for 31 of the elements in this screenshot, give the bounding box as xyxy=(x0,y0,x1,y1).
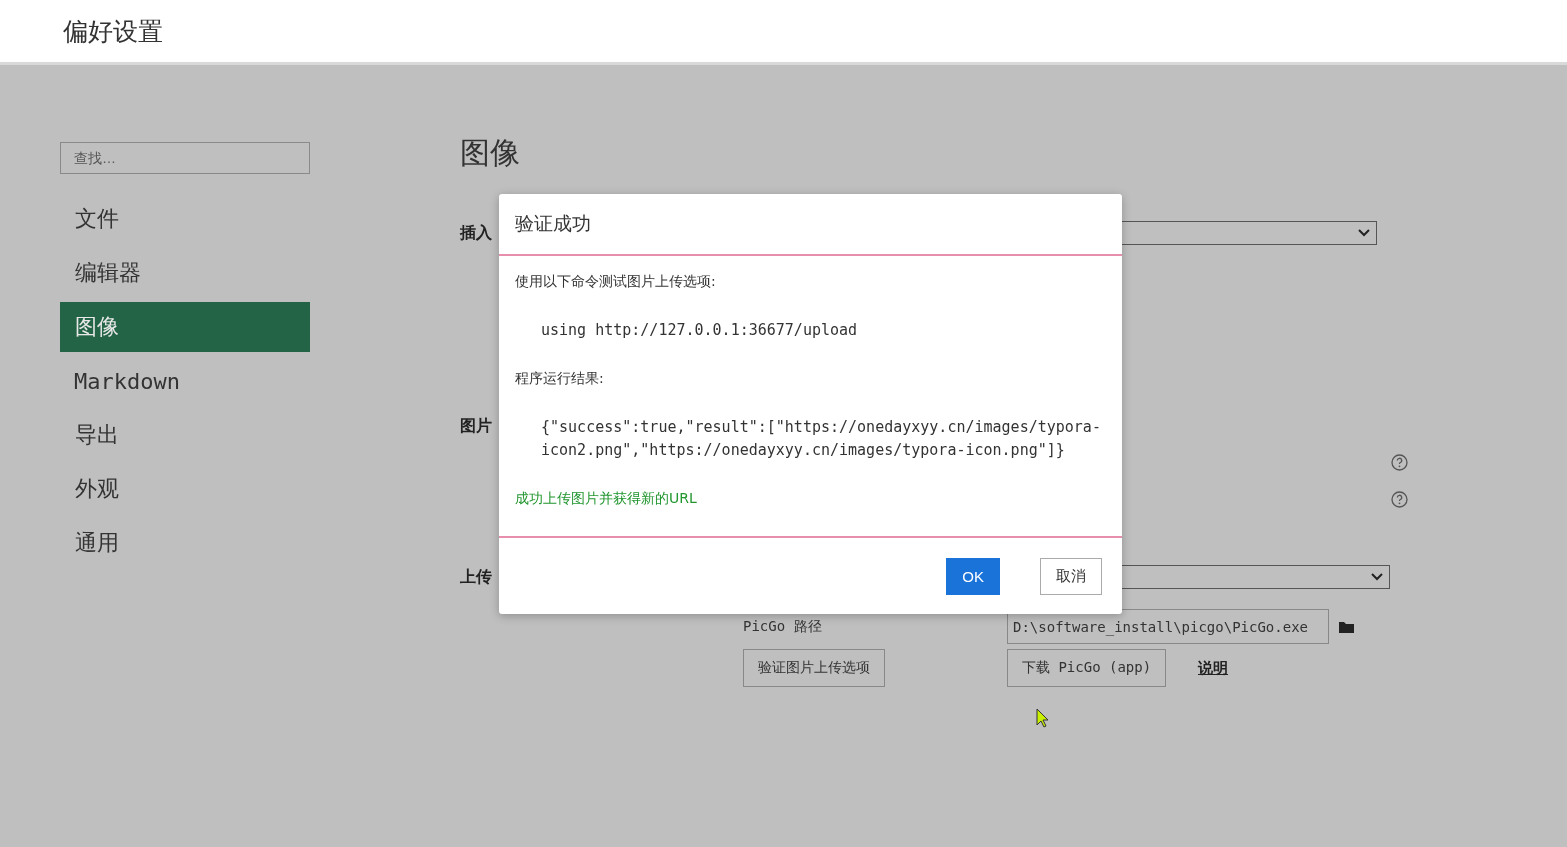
ok-button[interactable]: OK xyxy=(946,557,1000,595)
code-text: using http://127.0.0.1:36677/upload xyxy=(540,320,859,342)
success-message: 成功上传图片并获得新的URL xyxy=(515,489,698,509)
cancel-button[interactable]: 取消 xyxy=(1040,557,1102,595)
section-heading: 图像 xyxy=(460,135,521,172)
setting-label: 上传 xyxy=(460,566,492,588)
download-button[interactable]: 下载 PicGo (app) xyxy=(1007,649,1167,687)
sidebar-item[interactable]: 外观 xyxy=(60,462,310,516)
folder-icon[interactable] xyxy=(1339,620,1354,633)
setting-label: PicGo 路径 xyxy=(743,617,822,636)
help-link[interactable]: 说明 xyxy=(1198,658,1228,678)
cursor-icon xyxy=(1036,708,1050,728)
message-text: 使用以下命令测试图片上传选项: xyxy=(515,272,717,292)
setting-label: 插入 xyxy=(460,222,492,244)
sidebar-item[interactable]: 编辑器 xyxy=(60,246,310,300)
code-text: {"success":true,"result":["https://onedayxyy.cn/images/typora-icon2.png","https://onedayxyy.cn/images/typora-icon.png"]} xyxy=(540,417,1102,462)
sidebar-item[interactable]: 图像 xyxy=(60,302,310,352)
chevron-down-icon xyxy=(1371,573,1383,581)
window-title: 偏好设置 xyxy=(63,15,163,48)
dialog-title: 验证成功 xyxy=(515,211,591,237)
help-icon[interactable] xyxy=(1391,453,1408,471)
search-field[interactable]: 查找… xyxy=(60,142,310,174)
help-icon[interactable] xyxy=(1391,490,1408,508)
verify-button[interactable]: 验证图片上传选项 xyxy=(743,649,885,687)
chevron-down-icon xyxy=(1358,229,1370,237)
message-text: 程序运行结果: xyxy=(515,369,605,389)
sidebar-item[interactable]: 文件 xyxy=(60,192,310,246)
sidebar-item[interactable]: 通用 xyxy=(60,516,310,570)
sidebar-item[interactable]: 导出 xyxy=(60,408,310,462)
setting-label: 图片 xyxy=(460,415,492,437)
sidebar-item[interactable]: Markdown xyxy=(60,354,310,408)
